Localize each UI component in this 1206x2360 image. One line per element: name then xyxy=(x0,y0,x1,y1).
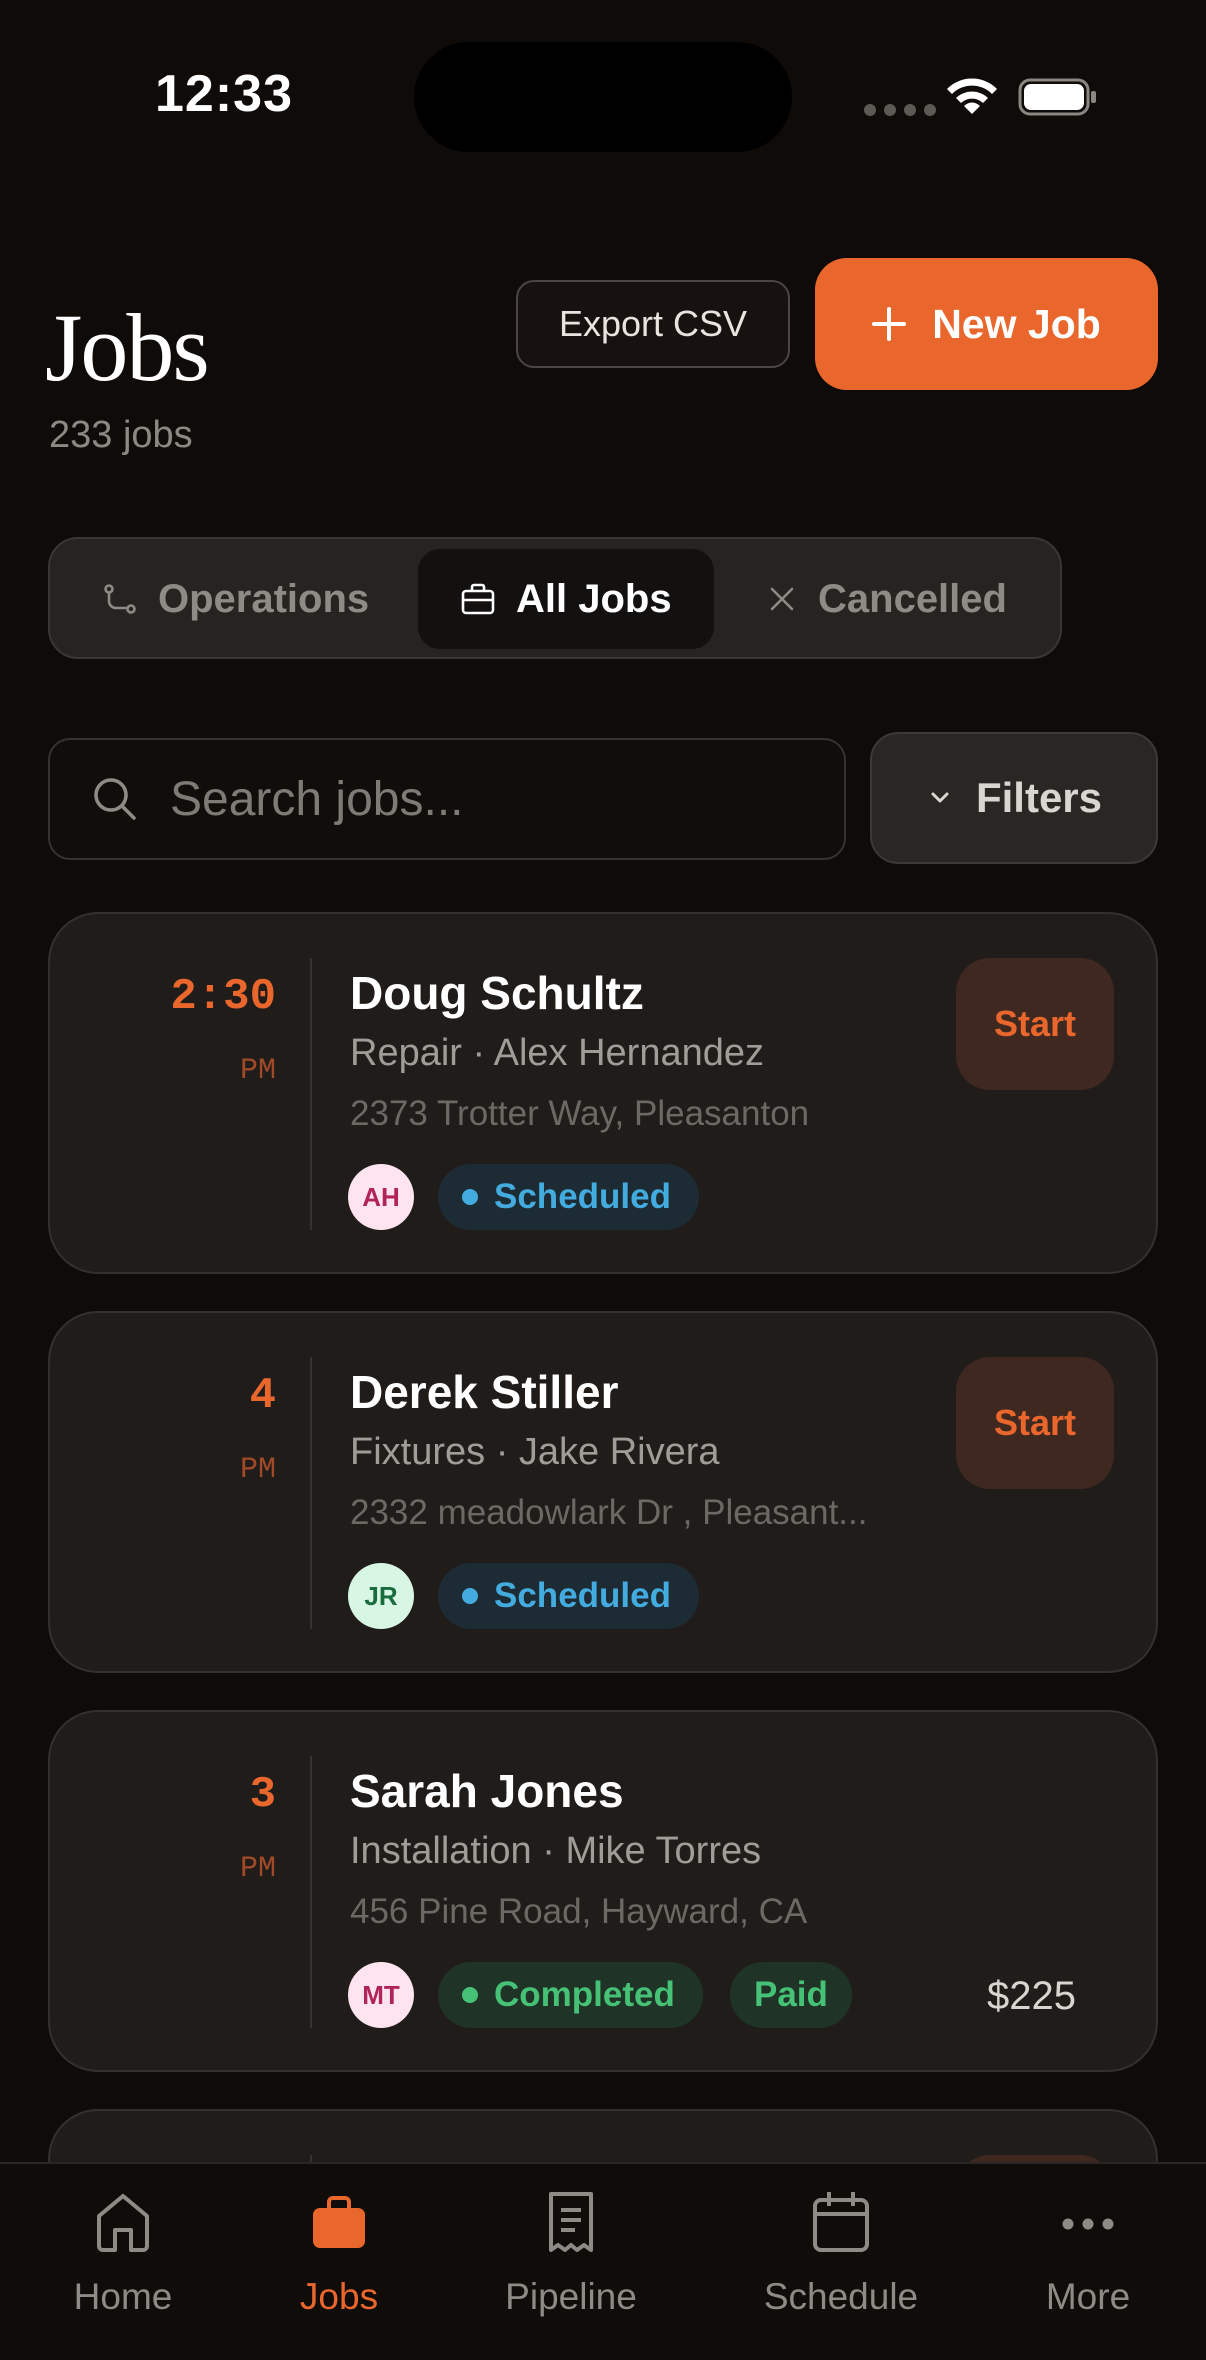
technician-avatar: MT xyxy=(348,1962,414,2028)
job-amount: $225 xyxy=(987,1974,1076,2018)
nav-item-home[interactable]: Home xyxy=(23,2186,223,2318)
job-address: 456 Pine Road, Hayward, CA xyxy=(350,1892,808,1931)
status-dot-icon xyxy=(462,1588,478,1604)
new-job-label: New Job xyxy=(932,300,1101,347)
job-type-technician: Installation · Mike Torres xyxy=(350,1830,762,1872)
export-csv-button[interactable]: Export CSV xyxy=(516,280,790,368)
export-csv-label: Export CSV xyxy=(558,303,748,344)
technician-avatar: AH xyxy=(348,1164,414,1230)
tab-cancelled[interactable]: Cancelled xyxy=(766,549,1007,649)
bottom-nav: Home Jobs Pipeline Schedule More xyxy=(0,2162,1206,2360)
job-type-technician: Repair · Alex Hernandez xyxy=(350,1032,764,1074)
filters-label: Filters xyxy=(975,774,1103,821)
job-type-technician: Fixtures · Jake Rivera xyxy=(350,1431,720,1473)
job-card[interactable]: 3 PM Sarah Jones Installation · Mike Tor… xyxy=(48,1710,1158,2072)
nav-item-schedule[interactable]: Schedule xyxy=(741,2186,941,2318)
search-icon xyxy=(94,778,136,820)
job-time: 4 xyxy=(249,1371,276,1421)
job-address: 2373 Trotter Way, Pleasanton xyxy=(350,1094,810,1133)
home-icon xyxy=(97,2194,149,2252)
nav-label-jobs: Jobs xyxy=(299,2276,379,2317)
job-time-ampm: PM xyxy=(239,1054,276,1088)
customer-name: Sarah Jones xyxy=(350,1765,624,1817)
job-time-ampm: PM xyxy=(239,1852,276,1886)
payment-badge: Paid xyxy=(730,1962,852,2028)
x-icon xyxy=(770,587,794,611)
tab-operations[interactable]: Operations xyxy=(102,549,369,649)
customer-name: Doug Schultz xyxy=(350,967,644,1019)
search-box xyxy=(48,738,846,860)
job-card[interactable]: 2:30 PM Doug Schultz Repair · Alex Herna… xyxy=(48,912,1158,1274)
job-card[interactable]: 4 PM Derek Stiller Fixtures · Jake River… xyxy=(48,1311,1158,1673)
chevron-down-icon xyxy=(931,792,949,803)
status-bar: 12:33 xyxy=(0,0,1206,180)
cellular-signal-icon xyxy=(864,104,936,116)
battery-icon xyxy=(1018,78,1096,116)
nav-label-more: More xyxy=(1045,2276,1131,2317)
status-label: Completed xyxy=(494,1975,675,2014)
start-button[interactable]: Start xyxy=(956,958,1114,1090)
status-label: Scheduled xyxy=(494,1576,671,1615)
status-label: Scheduled xyxy=(494,1177,671,1216)
card-divider xyxy=(310,958,312,1230)
customer-name: Derek Stiller xyxy=(350,1366,619,1418)
briefcase-icon xyxy=(313,2196,365,2248)
nav-label-schedule: Schedule xyxy=(763,2276,919,2317)
card-divider xyxy=(310,1756,312,2028)
job-time: 2:30 xyxy=(170,972,276,1022)
card-divider xyxy=(310,1357,312,1629)
technician-avatar: JR xyxy=(348,1563,414,1629)
filters-button[interactable]: Filters xyxy=(870,732,1158,864)
receipt-icon xyxy=(549,2192,593,2252)
search-input[interactable] xyxy=(170,771,810,827)
job-count: 233 jobs xyxy=(49,414,193,456)
job-time: 3 xyxy=(249,1770,276,1820)
status-dot-icon xyxy=(462,1189,478,1205)
status-dot-icon xyxy=(462,1987,478,2003)
status-badge: Scheduled xyxy=(438,1164,699,1230)
job-address: 2332 meadowlark Dr , Pleasant... xyxy=(350,1493,868,1532)
new-job-button[interactable]: New Job xyxy=(815,258,1158,390)
tab-operations-label: Operations xyxy=(158,576,370,621)
nav-label-home: Home xyxy=(73,2276,173,2317)
page-title: Jobs xyxy=(45,294,210,401)
plus-icon xyxy=(872,307,907,341)
start-button[interactable]: Start xyxy=(956,1357,1114,1489)
more-icon xyxy=(1062,2218,1114,2230)
status-badge: Completed xyxy=(438,1962,703,2028)
calendar-icon xyxy=(813,2192,869,2252)
status-time: 12:33 xyxy=(155,65,293,123)
tab-all-jobs[interactable]: All Jobs xyxy=(418,549,714,649)
view-tabs: Operations All Jobs Cancelled xyxy=(48,537,1062,659)
status-badge: Scheduled xyxy=(438,1563,699,1629)
nav-item-jobs[interactable]: Jobs xyxy=(239,2186,439,2318)
route-icon xyxy=(104,584,136,614)
tab-cancelled-label: Cancelled xyxy=(818,576,1007,621)
nav-item-more[interactable]: More xyxy=(988,2186,1188,2318)
nav-item-pipeline[interactable]: Pipeline xyxy=(471,2186,671,2318)
wifi-icon xyxy=(947,78,997,114)
tab-all-jobs-label: All Jobs xyxy=(516,576,672,621)
job-time-ampm: PM xyxy=(239,1453,276,1487)
dynamic-island xyxy=(414,42,792,152)
briefcase-icon xyxy=(461,583,495,615)
nav-label-pipeline: Pipeline xyxy=(505,2276,637,2317)
